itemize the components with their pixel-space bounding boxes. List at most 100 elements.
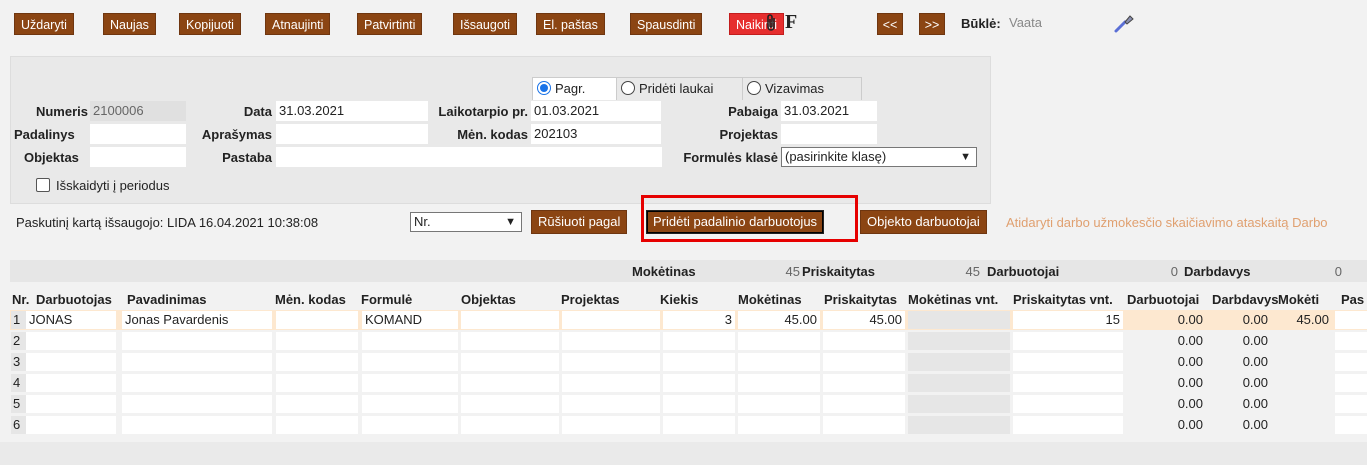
cell-projektas[interactable]: [562, 395, 660, 413]
cell-priskaitytas[interactable]: 45.00: [823, 311, 905, 329]
refresh-button[interactable]: Atnaujinti: [265, 13, 331, 35]
cell-pavadinimas[interactable]: [122, 353, 272, 371]
new-button[interactable]: Naujas: [103, 13, 156, 35]
object-employees-button[interactable]: Objekto darbuotojai: [860, 210, 987, 234]
cell-kiekis[interactable]: [663, 332, 735, 350]
cell-priskaitytas[interactable]: [823, 332, 905, 350]
projektas-field[interactable]: [781, 124, 877, 144]
cell-priskaitytas-vnt[interactable]: [1013, 416, 1123, 434]
cell-men-kodas[interactable]: [276, 311, 358, 329]
men-kodas-field[interactable]: 202103: [531, 124, 661, 144]
cell-moketinas[interactable]: 45.00: [738, 311, 820, 329]
cell-darbuotojas[interactable]: [26, 395, 116, 413]
checkbox-icon[interactable]: [36, 178, 50, 192]
cell-objektas[interactable]: [461, 395, 559, 413]
cell-objektas[interactable]: [461, 332, 559, 350]
cell-priskaitytas[interactable]: [823, 374, 905, 392]
cell-men-kodas[interactable]: [276, 353, 358, 371]
cell-moketinas[interactable]: [738, 374, 820, 392]
close-button[interactable]: Uždaryti: [14, 13, 74, 35]
paperclip-icon[interactable]: [764, 13, 778, 38]
cell-priskaitytas[interactable]: [823, 395, 905, 413]
objektas-field[interactable]: [90, 147, 186, 167]
cell-moketinas[interactable]: [738, 395, 820, 413]
cell-pas[interactable]: [1335, 395, 1367, 413]
table-row[interactable]: 6 0.00 0.00: [10, 415, 1367, 435]
cell-formule[interactable]: KOMAND: [362, 311, 458, 329]
table-row[interactable]: 4 0.00 0.00: [10, 373, 1367, 393]
table-row[interactable]: 3 0.00 0.00: [10, 352, 1367, 372]
cell-moketinas-vnt[interactable]: [908, 332, 1010, 350]
pabaiga-field[interactable]: 31.03.2021: [781, 101, 877, 121]
cell-kiekis[interactable]: 3: [663, 311, 735, 329]
cell-moketinas[interactable]: [738, 353, 820, 371]
cell-moketinas[interactable]: [738, 416, 820, 434]
cell-kiekis[interactable]: [663, 395, 735, 413]
cell-priskaitytas-vnt[interactable]: [1013, 395, 1123, 413]
cell-priskaitytas[interactable]: [823, 416, 905, 434]
cell-darbuotojas[interactable]: [26, 374, 116, 392]
cell-formule[interactable]: [362, 395, 458, 413]
cell-darbuotojas[interactable]: [26, 332, 116, 350]
cell-projektas[interactable]: [562, 416, 660, 434]
cell-darbuotojas[interactable]: JONAS: [26, 311, 116, 329]
confirm-button[interactable]: Patvirtinti: [357, 13, 423, 35]
cell-moketinas-vnt[interactable]: [908, 353, 1010, 371]
cell-pavadinimas[interactable]: [122, 332, 272, 350]
cell-men-kodas[interactable]: [276, 374, 358, 392]
cell-objektas[interactable]: [461, 374, 559, 392]
cell-priskaitytas-vnt[interactable]: [1013, 332, 1123, 350]
tab-prideti-laukai[interactable]: Pridėti laukai: [616, 77, 746, 100]
sort-button[interactable]: Rūšiuoti pagal: [531, 210, 628, 234]
cell-formule[interactable]: [362, 374, 458, 392]
isskaidyti-checkbox[interactable]: Išskaidyti į periodus: [36, 178, 169, 193]
laikotarpio-field[interactable]: 01.03.2021: [531, 101, 661, 121]
cell-pavadinimas[interactable]: [122, 374, 272, 392]
prev-record-button[interactable]: <<: [877, 13, 903, 35]
cell-formule[interactable]: [362, 353, 458, 371]
table-row[interactable]: 1 JONAS Jonas Pavardenis KOMAND 3 45.00 45.00 1…: [10, 310, 1367, 330]
cell-pavadinimas[interactable]: [122, 395, 272, 413]
cell-moketinas-vnt[interactable]: [908, 311, 1010, 329]
cell-objektas[interactable]: [461, 311, 559, 329]
email-button[interactable]: El. paštas: [536, 13, 605, 35]
wrench-icon[interactable]: [1113, 12, 1135, 37]
cell-kiekis[interactable]: [663, 353, 735, 371]
formules-klase-select[interactable]: (pasirinkite klasę) ▼: [781, 147, 977, 167]
cell-kiekis[interactable]: [663, 416, 735, 434]
cell-objektas[interactable]: [461, 416, 559, 434]
cell-priskaitytas[interactable]: [823, 353, 905, 371]
cell-pavadinimas[interactable]: Jonas Pavardenis: [122, 311, 272, 329]
save-button[interactable]: Išsaugoti: [453, 13, 518, 35]
table-row[interactable]: 2 0.00 0.00: [10, 331, 1367, 351]
cell-priskaitytas-vnt[interactable]: [1013, 353, 1123, 371]
cell-moketinas-vnt[interactable]: [908, 374, 1010, 392]
cell-men-kodas[interactable]: [276, 416, 358, 434]
cell-projektas[interactable]: [562, 332, 660, 350]
cell-men-kodas[interactable]: [276, 395, 358, 413]
tab-pagr[interactable]: Pagr.: [532, 77, 620, 100]
cell-priskaitytas-vnt[interactable]: [1013, 374, 1123, 392]
cell-pavadinimas[interactable]: [122, 416, 272, 434]
cell-pas[interactable]: [1335, 374, 1367, 392]
cell-pas[interactable]: [1335, 353, 1367, 371]
cell-kiekis[interactable]: [663, 374, 735, 392]
cell-projektas[interactable]: [562, 374, 660, 392]
cell-formule[interactable]: [362, 416, 458, 434]
cell-moketinas-vnt[interactable]: [908, 416, 1010, 434]
f-icon[interactable]: F: [785, 11, 797, 34]
sort-select[interactable]: Nr. ▼: [410, 212, 522, 232]
padalinys-field[interactable]: [90, 124, 186, 144]
cell-men-kodas[interactable]: [276, 332, 358, 350]
data-field[interactable]: 31.03.2021: [276, 101, 428, 121]
next-record-button[interactable]: >>: [919, 13, 945, 35]
cell-pas[interactable]: [1335, 311, 1367, 329]
cell-objektas[interactable]: [461, 353, 559, 371]
cell-darbuotojas[interactable]: [26, 353, 116, 371]
print-button[interactable]: Spausdinti: [630, 13, 703, 35]
cell-projektas[interactable]: [562, 311, 660, 329]
aprasymas-field[interactable]: [276, 124, 428, 144]
tab-vizavimas[interactable]: Vizavimas: [742, 77, 862, 100]
cell-pas[interactable]: [1335, 416, 1367, 434]
cell-formule[interactable]: [362, 332, 458, 350]
